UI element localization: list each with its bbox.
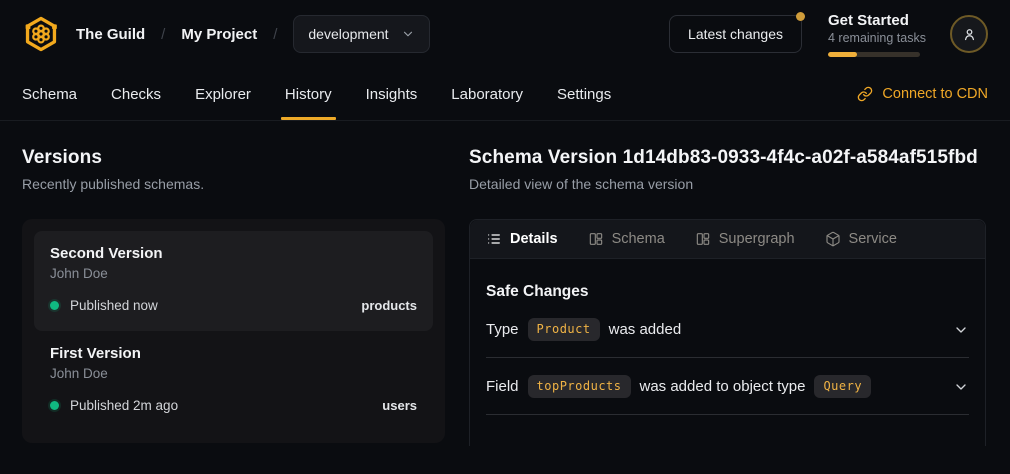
get-started-title: Get Started (828, 12, 924, 29)
user-avatar[interactable] (950, 15, 988, 53)
change-row-field-added[interactable]: Field topProducts was added to object ty… (486, 358, 969, 415)
code-badge: Product (528, 318, 600, 341)
service-name: users (382, 398, 417, 413)
connect-to-cdn-label: Connect to CDN (882, 86, 988, 102)
version-status-row: Published now products (50, 298, 417, 313)
tab-settings[interactable]: Settings (557, 68, 611, 120)
header-actions: Latest changes Get Started 4 remaining t… (669, 12, 988, 57)
tab-label: Details (510, 231, 558, 247)
expand-chevron-icon[interactable] (953, 322, 969, 338)
version-name: Second Version (50, 245, 417, 262)
versions-title: Versions (22, 147, 445, 169)
chevron-down-icon (401, 27, 415, 41)
columns-icon (695, 231, 711, 247)
schema-version-detail: Details Schema Supergr (469, 219, 986, 446)
progress-fill (828, 52, 857, 57)
service-name: products (361, 298, 417, 313)
code-badge: topProducts (528, 375, 631, 398)
versions-subtitle: Recently published schemas. (22, 176, 445, 192)
version-card-first[interactable]: First Version John Doe Published 2m ago … (34, 331, 433, 431)
change-text: was added (609, 321, 682, 338)
published-label: Published 2m ago (70, 398, 178, 413)
tab-details[interactable]: Details (486, 231, 558, 247)
schema-version-panel: Schema Version 1d14db83-0933-4f4c-a02f-a… (469, 147, 986, 446)
change-row-type-added[interactable]: Type Product was added (486, 301, 969, 358)
get-started-widget[interactable]: Get Started 4 remaining tasks (828, 12, 924, 57)
tab-label: Supergraph (719, 231, 795, 247)
versions-panel: Versions Recently published schemas. Sec… (22, 147, 445, 446)
detail-tabs: Details Schema Supergr (470, 220, 985, 259)
main-content: Versions Recently published schemas. Sec… (0, 121, 1010, 446)
breadcrumb-separator: / (273, 26, 277, 43)
list-icon (486, 231, 502, 247)
tab-supergraph[interactable]: Supergraph (695, 231, 795, 247)
breadcrumb: The Guild / My Project / development (22, 15, 430, 53)
target-selector-value: development (308, 26, 388, 42)
change-text: was added to object type (640, 378, 806, 395)
breadcrumb-org[interactable]: The Guild (76, 26, 145, 43)
get-started-subtitle: 4 remaining tasks (828, 31, 924, 45)
latest-changes-button[interactable]: Latest changes (669, 15, 802, 53)
tab-schema-view[interactable]: Schema (588, 231, 665, 247)
change-text: Field (486, 378, 519, 395)
version-author: John Doe (50, 366, 417, 381)
schema-version-title: Schema Version 1d14db83-0933-4f4c-a02f-a… (469, 147, 986, 169)
tab-label: Schema (612, 231, 665, 247)
expand-chevron-icon[interactable] (953, 379, 969, 395)
change-description: Field topProducts was added to object ty… (486, 375, 871, 398)
person-icon (961, 26, 978, 43)
published-status-icon (50, 401, 59, 410)
published-status-icon (50, 301, 59, 310)
change-text: Type (486, 321, 519, 338)
tab-history[interactable]: History (285, 68, 332, 120)
notification-dot (796, 12, 805, 21)
breadcrumb-separator: / (161, 26, 165, 43)
guild-logo-icon[interactable] (22, 15, 60, 53)
target-selector[interactable]: development (293, 15, 429, 53)
app-header: The Guild / My Project / development Lat… (0, 0, 1010, 68)
version-name: First Version (50, 345, 417, 362)
nav-tabs: Schema Checks Explorer History Insights … (22, 68, 611, 120)
code-badge: Query (814, 375, 871, 398)
change-description: Type Product was added (486, 318, 681, 341)
tab-service[interactable]: Service (825, 231, 897, 247)
detail-body: Safe Changes Type Product was added Fiel… (470, 259, 985, 415)
tab-label: Service (849, 231, 897, 247)
get-started-progress-track (828, 52, 920, 57)
published-label: Published now (70, 298, 158, 313)
cube-icon (825, 231, 841, 247)
tab-explorer[interactable]: Explorer (195, 68, 251, 120)
version-author: John Doe (50, 266, 417, 281)
version-status-row: Published 2m ago users (50, 398, 417, 413)
latest-changes-label: Latest changes (688, 26, 783, 42)
tab-insights[interactable]: Insights (366, 68, 418, 120)
schema-version-subtitle: Detailed view of the schema version (469, 176, 986, 192)
connect-to-cdn-link[interactable]: Connect to CDN (857, 68, 988, 120)
versions-list: Second Version John Doe Published now pr… (22, 219, 445, 443)
tab-checks[interactable]: Checks (111, 68, 161, 120)
tab-laboratory[interactable]: Laboratory (451, 68, 523, 120)
target-navbar: Schema Checks Explorer History Insights … (0, 68, 1010, 121)
breadcrumb-project[interactable]: My Project (181, 26, 257, 43)
link-icon (857, 86, 873, 102)
tab-schema[interactable]: Schema (22, 68, 77, 120)
version-card-second[interactable]: Second Version John Doe Published now pr… (34, 231, 433, 331)
safe-changes-title: Safe Changes (486, 283, 969, 301)
columns-icon (588, 231, 604, 247)
